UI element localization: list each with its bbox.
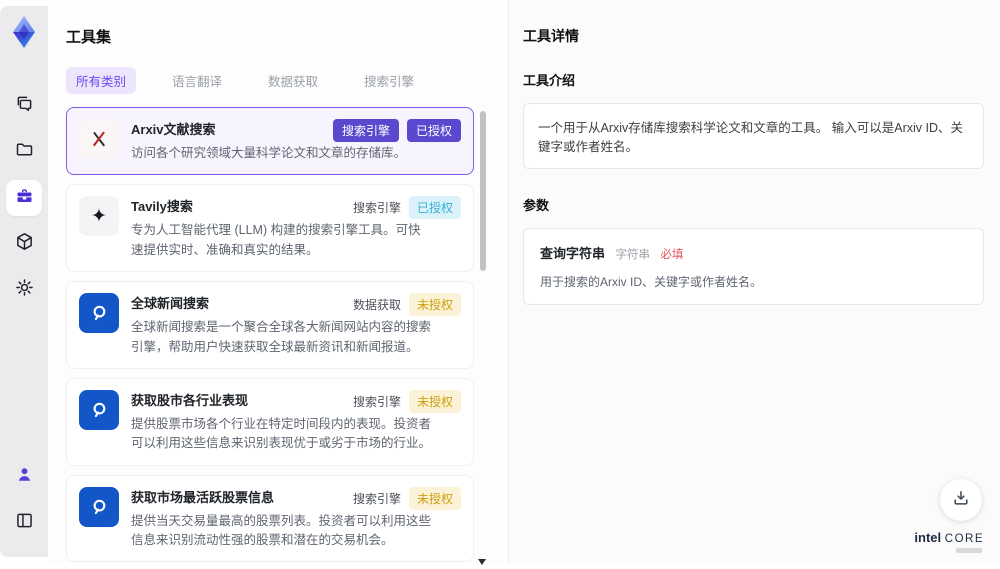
- tool-card-most-active-stocks[interactable]: 获取市场最活跃股票信息 提供当天交易量最高的股票列表。投资者可以利用这些信息来识…: [66, 475, 474, 563]
- category-tabs: 所有类别 语言翻译 数据获取 搜索引擎: [66, 67, 486, 94]
- blue-search-icon: [79, 487, 119, 527]
- tab-all-categories[interactable]: 所有类别: [66, 67, 136, 94]
- category-badge: 搜索引擎: [333, 119, 399, 142]
- tab-data-fetching[interactable]: 数据获取: [258, 67, 328, 94]
- chat-icon: [14, 93, 35, 119]
- scrollbar-thumb[interactable]: [480, 111, 486, 271]
- panel-icon: [14, 510, 35, 536]
- sidebar-item-settings[interactable]: [6, 272, 42, 308]
- tab-search-engine[interactable]: 搜索引擎: [354, 67, 424, 94]
- sidebar-item-panel-toggle[interactable]: [6, 505, 42, 541]
- category-badge: 数据获取: [353, 296, 401, 313]
- sidebar-item-files[interactable]: [6, 134, 42, 170]
- auth-status-badge: 已授权: [407, 119, 461, 142]
- tool-card-list: Arxiv文献搜索 访问各个研究领域大量科学论文和文章的存储库。 搜索引擎 已授…: [66, 107, 486, 569]
- category-badge: 搜索引擎: [353, 393, 401, 410]
- category-badge: 搜索引擎: [353, 490, 401, 507]
- intel-brand-text: intel: [914, 530, 941, 545]
- blue-search-icon: [79, 293, 119, 333]
- tool-intro-box: 一个用于从Arxiv存储库搜索科学论文和文章的工具。 输入可以是Arxiv ID…: [523, 103, 984, 169]
- category-badge: 搜索引擎: [353, 199, 401, 216]
- detail-title: 工具详情: [523, 26, 984, 46]
- sidebar-item-account[interactable]: [6, 459, 42, 495]
- arxiv-icon: [79, 119, 119, 159]
- parameter-description: 用于搜索的Arxiv ID、关键字或作者姓名。: [540, 273, 967, 290]
- auth-status-badge: 未授权: [409, 487, 461, 510]
- user-icon: [14, 464, 35, 490]
- parameter-type: 字符串: [615, 249, 650, 261]
- tool-description: 提供当天交易量最高的股票列表。投资者可以利用这些信息来识别流动性强的股票和潜在的…: [131, 512, 431, 551]
- tool-card-arxiv[interactable]: Arxiv文献搜索 访问各个研究领域大量科学论文和文章的存储库。 搜索引擎 已授…: [66, 107, 474, 175]
- tool-description: 专为人工智能代理 (LLM) 构建的搜索引擎工具。可快速提供实时、准确和真实的结…: [131, 221, 431, 260]
- cube-icon: [14, 231, 35, 257]
- tool-detail-panel: 工具详情 工具介绍 一个用于从Arxiv存储库搜索科学论文和文章的工具。 输入可…: [508, 0, 1000, 563]
- tool-description: 提供股票市场各个行业在特定时间段内的表现。投资者可以利用这些信息来识别表现优于或…: [131, 415, 431, 454]
- download-icon: [951, 488, 971, 513]
- tab-language-translation[interactable]: 语言翻译: [162, 67, 232, 94]
- tool-card-sector-performance[interactable]: 获取股市各行业表现 提供股票市场各个行业在特定时间段内的表现。投资者可以利用这些…: [66, 378, 474, 466]
- tool-card-global-news[interactable]: 全球新闻搜索 全球新闻搜索是一个聚合全球各大新闻网站内容的搜索引擎，帮助用户快速…: [66, 281, 474, 369]
- sidebar-item-toolbox[interactable]: [6, 180, 42, 216]
- tool-description: 访问各个研究领域大量科学论文和文章的存储库。: [131, 144, 431, 163]
- auth-status-badge: 未授权: [409, 293, 461, 316]
- list-scrollbar[interactable]: [479, 109, 486, 567]
- sidebar-item-packages[interactable]: [6, 226, 42, 262]
- parameter-required-flag: 必填: [660, 249, 683, 261]
- core-brand-text: core: [945, 533, 984, 545]
- intro-section-title: 工具介绍: [523, 70, 984, 89]
- app-logo: [6, 14, 42, 50]
- auth-status-badge: 已授权: [409, 196, 461, 219]
- parameter-name: 查询字符串: [540, 246, 605, 261]
- intel-logo-subbar: [956, 548, 982, 553]
- intel-core-logo: intel core: [914, 531, 984, 554]
- download-button[interactable]: [940, 479, 982, 521]
- auth-status-badge: 未授权: [409, 390, 461, 413]
- icon-rail: [0, 6, 48, 557]
- tool-list-panel: 工具集 所有类别 语言翻译 数据获取 搜索引擎 Arxiv文献搜索 访问各个研究…: [48, 0, 504, 563]
- sidebar-item-chat[interactable]: [6, 88, 42, 124]
- params-section-title: 参数: [523, 195, 984, 214]
- tool-description: 全球新闻搜索是一个聚合全球各大新闻网站内容的搜索引擎，帮助用户快速获取全球最新资…: [131, 318, 431, 357]
- folder-icon: [14, 139, 35, 165]
- page-title: 工具集: [66, 26, 486, 47]
- app-window: 工具集 所有类别 语言翻译 数据获取 搜索引擎 Arxiv文献搜索 访问各个研究…: [0, 0, 1000, 563]
- scrollbar-down-arrow-icon[interactable]: [478, 559, 486, 565]
- toolbox-icon: [14, 185, 35, 211]
- blue-search-icon: [79, 390, 119, 430]
- tavily-star-icon: ✦: [79, 196, 119, 236]
- parameter-card: 查询字符串 字符串 必填 用于搜索的Arxiv ID、关键字或作者姓名。: [523, 228, 984, 305]
- tool-card-tavily[interactable]: ✦ Tavily搜索 专为人工智能代理 (LLM) 构建的搜索引擎工具。可快速提…: [66, 184, 474, 272]
- settings-icon: [14, 277, 35, 303]
